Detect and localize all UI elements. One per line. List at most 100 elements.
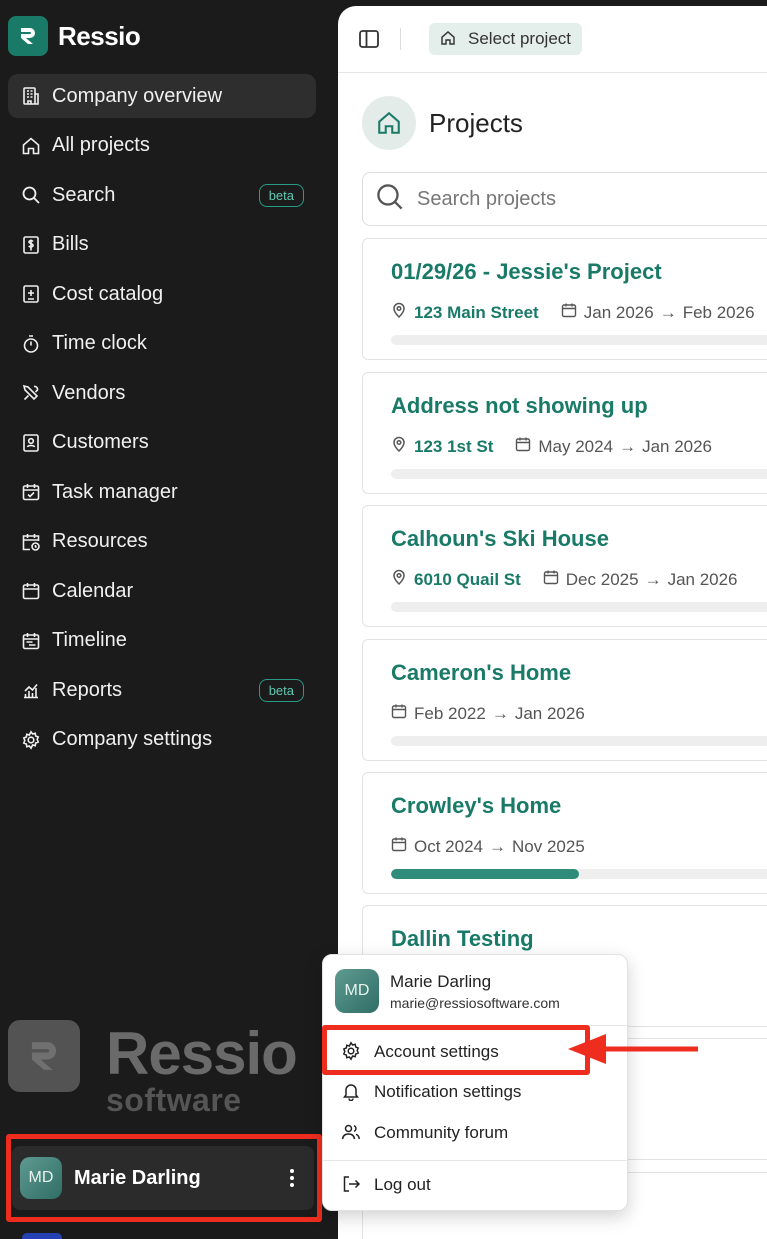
divider [323,1160,627,1161]
project-card[interactable]: Cameron's Home Feb 2022 → Jan 2026 [362,639,767,761]
avatar: MD [335,969,379,1013]
menu-item-notification-settings[interactable]: Notification settings [341,1081,521,1103]
address-text: 123 1st St [414,436,494,456]
sidebar-item-all-projects[interactable]: All projects [8,124,316,168]
user-menu-email: marie@ressiosoftware.com [390,994,560,1011]
project-address[interactable]: 6010 Quail St [391,569,521,590]
sidebar-item-label: Calendar [52,579,134,602]
sidebar-item-label: Company settings [52,728,213,750]
map-pin-icon [391,302,407,323]
arrow-right-icon: → [644,569,662,589]
calendar-icon [561,302,577,323]
user-menu-header: MD Marie Darling marie@ressiosoftware.co… [335,969,560,1013]
search-input[interactable] [417,187,747,211]
start-date: Dec 2025 [565,569,639,589]
end-date: Jan 2026 [667,569,738,589]
sidebar-item-company-settings[interactable]: Company settings [8,718,316,762]
sidebar-item-label: Search [52,183,116,206]
contact-card-icon [20,432,42,454]
cut-off-button[interactable] [22,1233,62,1239]
progress-bar [391,602,767,612]
divider [400,28,401,50]
sidebar-item-resources[interactable]: Resources [8,520,316,564]
sidebar-item-time-clock[interactable]: Time clock [8,322,316,366]
menu-item-label: Community forum [374,1123,509,1142]
start-date: Feb 2022 [414,703,486,723]
project-meta: Oct 2024 → Nov 2025 [391,836,585,857]
address-text: 123 Main Street [414,302,539,322]
project-dates: Feb 2022 → Jan 2026 [391,703,585,724]
menu-item-label: Log out [374,1175,431,1194]
sidebar: Ressio Company overview All projects Sea… [0,0,338,1239]
project-dates: Oct 2024 → Nov 2025 [391,836,585,857]
sidebar-item-label: Resources [52,530,148,552]
project-card[interactable]: Address not showing up 123 1st St May 20… [362,372,767,494]
project-card[interactable]: Calhoun's Ski House 6010 Quail St Dec 20… [362,505,767,627]
sidebar-item-cost-catalog[interactable]: Cost catalog [8,272,316,316]
project-meta: 6010 Quail St Dec 2025 → Jan 2026 [391,569,738,590]
end-date: Feb 2026 [682,302,755,322]
sidebar-item-bills[interactable]: Bills [8,223,316,267]
user-menu-name: Marie Darling [390,971,492,991]
logout-icon [341,1174,363,1196]
project-dates: Jan 2026 → Feb 2026 [561,302,755,323]
sidebar-item-company-overview[interactable]: Company overview [8,74,316,118]
calendar-icon [20,580,42,602]
watermark-subtitle: software [106,1082,242,1118]
calendar-icon [543,569,559,590]
bell-icon [341,1081,363,1103]
arrow-right-icon: → [659,302,677,322]
map-pin-icon [391,436,407,457]
project-meta: Feb 2022 → Jan 2026 [391,703,585,724]
project-title[interactable]: Dallin Testing [391,926,534,952]
project-title[interactable]: 01/29/26 - Jessie's Project [391,259,662,285]
sidebar-item-calendar[interactable]: Calendar [8,569,316,613]
project-title[interactable]: Calhoun's Ski House [391,526,609,552]
project-title[interactable]: Cameron's Home [391,660,571,686]
calendar-icon [391,836,407,857]
project-address[interactable]: 123 Main Street [391,302,539,323]
annotation-arrow-icon [568,1034,698,1064]
menu-item-community-forum[interactable]: Community forum [341,1122,508,1144]
sidebar-item-label: Reports [52,678,123,701]
project-card[interactable]: Crowley's Home Oct 2024 → Nov 2025 [362,772,767,894]
select-project-button[interactable]: Select project [429,23,582,55]
progress-bar [391,335,767,345]
sidebar-item-task-manager[interactable]: Task manager [8,470,316,514]
home-icon [362,96,416,150]
home-icon [440,30,458,48]
progress-fill [391,869,580,879]
sidebar-item-reports[interactable]: Reports beta [8,668,316,712]
project-title[interactable]: Address not showing up [391,393,648,419]
stopwatch-icon [20,333,42,355]
menu-item-label: Notification settings [374,1082,522,1101]
page-header: Projects [362,96,523,150]
project-meta: 123 Main Street Jan 2026 → Feb 2026 [391,302,755,323]
sidebar-item-search[interactable]: Search beta [8,173,316,217]
sidebar-item-customers[interactable]: Customers [8,421,316,465]
project-address[interactable]: 123 1st St [391,436,493,457]
sidebar-item-vendors[interactable]: Vendors [8,371,316,415]
menu-item-log-out[interactable]: Log out [341,1174,431,1196]
end-date: Jan 2026 [514,703,585,723]
select-project-label: Select project [468,29,571,48]
sidebar-item-timeline[interactable]: Timeline [8,619,316,663]
chart-icon [20,679,42,701]
progress-bar [391,736,767,746]
start-date: Oct 2024 [414,836,483,856]
end-date: Nov 2025 [512,836,585,856]
calendar-check-icon [20,481,42,503]
sidebar-toggle-icon[interactable] [358,28,382,52]
search-projects-field[interactable] [362,172,767,226]
start-date: May 2024 [538,436,614,456]
brand[interactable]: Ressio [8,16,141,56]
project-card[interactable]: 01/29/26 - Jessie's Project 123 Main Str… [362,238,767,360]
project-title[interactable]: Crowley's Home [391,793,561,819]
brand-name: Ressio [58,20,141,51]
highlight-box-account-settings [322,1025,590,1075]
progress-bar [391,469,767,479]
sidebar-item-label: Company overview [52,84,223,107]
start-date: Jan 2026 [583,302,654,322]
calendar-clock-icon [20,531,42,553]
sidebar-item-label: Customers [52,431,149,453]
